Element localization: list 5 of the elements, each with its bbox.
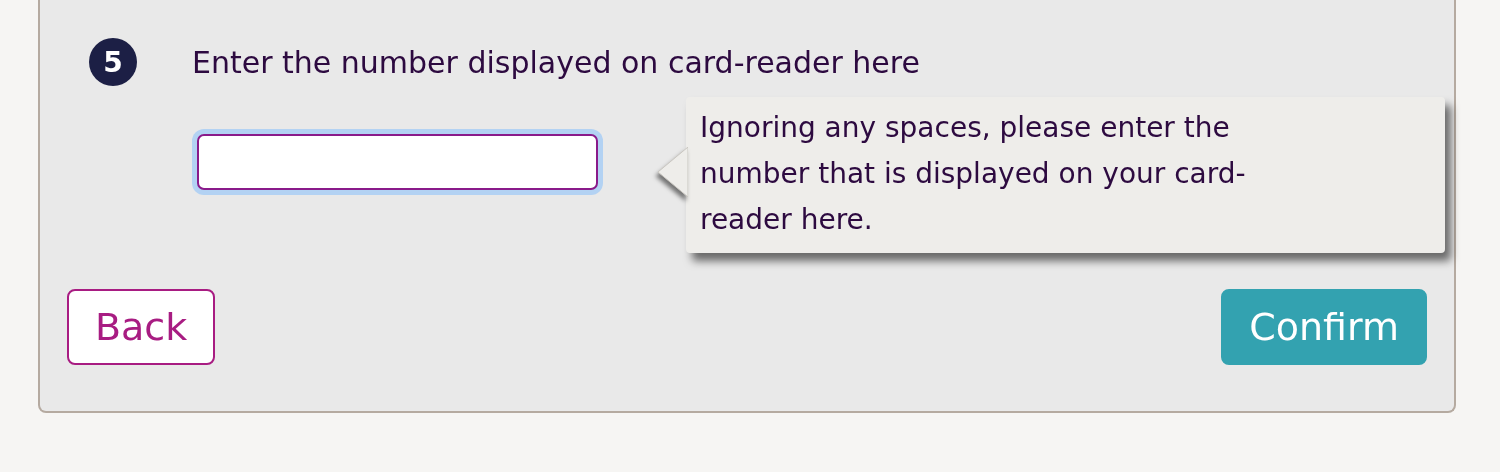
- input-field[interactable]: [197, 134, 598, 190]
- tooltip-pointer-icon: [658, 147, 688, 197]
- step-number-badge: 5: [89, 38, 137, 86]
- step-label: Enter the number displayed on card-reader here: [192, 44, 920, 80]
- back-button[interactable]: Back: [67, 289, 216, 365]
